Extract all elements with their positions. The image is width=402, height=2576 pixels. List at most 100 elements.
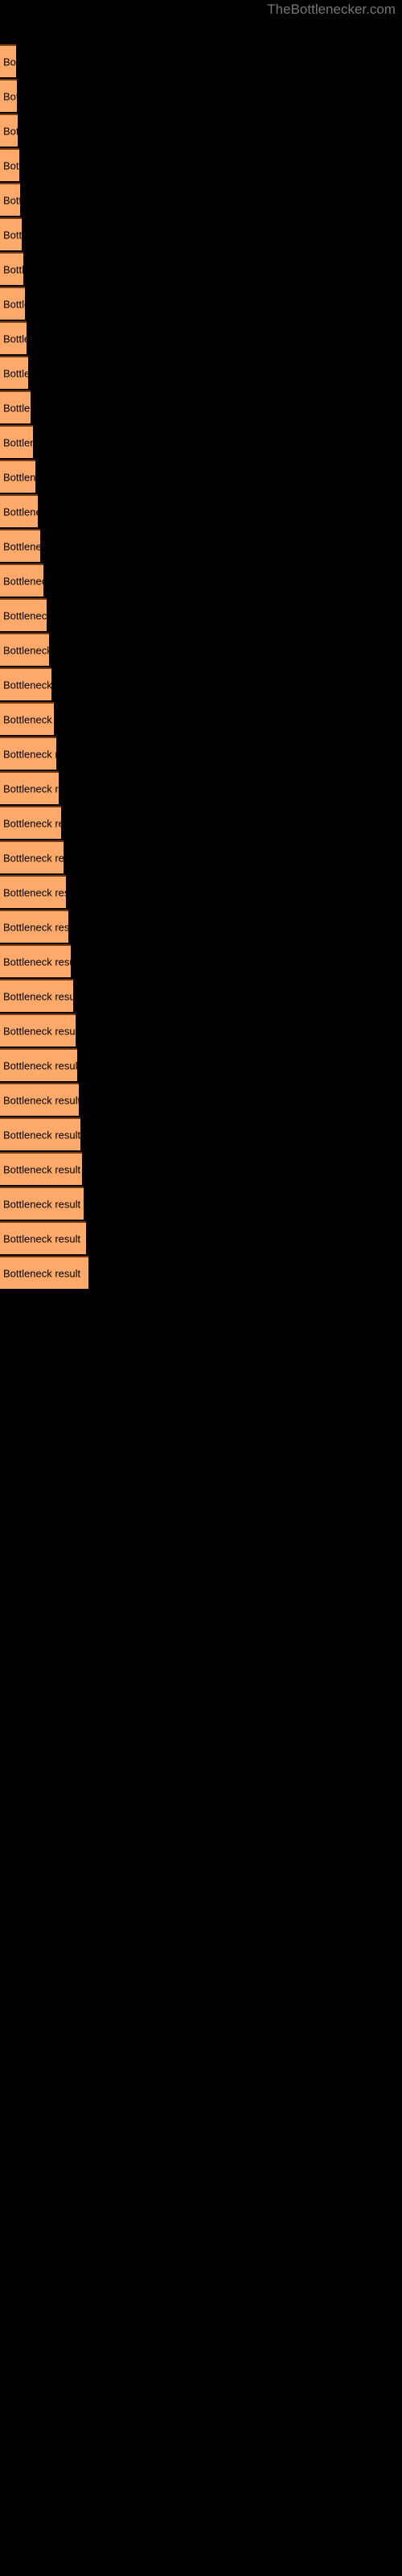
bar-segment[interactable]: Bottleneck result xyxy=(0,1083,79,1116)
bar-row: Bottleneck result xyxy=(0,564,402,597)
bar-row: Bottleneck result xyxy=(0,44,402,77)
bar-row: Bottleneck result xyxy=(0,737,402,770)
bar-row: Bottleneck result xyxy=(0,356,402,389)
bar-segment[interactable]: Bottleneck result xyxy=(0,1187,84,1220)
bar-segment[interactable]: Bottleneck result xyxy=(0,183,20,216)
bar-label: Bottleneck result xyxy=(3,540,40,552)
bar-label: Bottleneck result xyxy=(3,1129,80,1141)
bar-label: Bottleneck result xyxy=(3,194,20,206)
bar-segment[interactable]: Bottleneck result xyxy=(0,806,61,839)
bar-label: Bottleneck result xyxy=(3,886,66,898)
bar-row: Bottleneck result xyxy=(0,1083,402,1116)
bar-label: Bottleneck result xyxy=(3,575,43,587)
bar-label: Bottleneck result xyxy=(3,56,16,68)
bar-segment[interactable]: Bottleneck result xyxy=(0,979,73,1012)
bar-segment[interactable]: Bottleneck result xyxy=(0,910,68,943)
bar-label: Bottleneck result xyxy=(3,506,38,518)
bar-segment[interactable]: Bottleneck result xyxy=(0,217,22,250)
bar-row: Bottleneck result xyxy=(0,1256,402,1289)
bottleneck-bar-chart: Bottleneck result Bottleneck result Bottle… xyxy=(0,0,402,2576)
bar-label: Bottleneck result xyxy=(3,298,25,310)
bar-row: Bottleneck result xyxy=(0,910,402,943)
bar-segment[interactable]: Bottleneck result xyxy=(0,529,40,562)
bar-row: Bottleneck result xyxy=(0,252,402,285)
bar-row: Bottleneck result xyxy=(0,114,402,147)
bar-row: Bottleneck result xyxy=(0,425,402,458)
bar-label: Bottleneck result xyxy=(3,713,54,725)
bar-segment[interactable]: Bottleneck result xyxy=(0,667,51,700)
bar-segment[interactable]: Bottleneck result xyxy=(0,252,23,285)
bar-segment[interactable]: Bottleneck result xyxy=(0,1152,82,1185)
bar-row: Bottleneck result xyxy=(0,1152,402,1185)
bar-row: Bottleneck result xyxy=(0,1013,402,1046)
bar-row: Bottleneck result xyxy=(0,529,402,562)
bar-label: Bottleneck result xyxy=(3,990,73,1002)
bar-label: Bottleneck result xyxy=(3,1267,81,1279)
bar-row: Bottleneck result xyxy=(0,183,402,216)
bar-label: Bottleneck result xyxy=(3,402,31,414)
bar-row: Bottleneck result xyxy=(0,875,402,908)
bar-segment[interactable]: Bottleneck result xyxy=(0,875,66,908)
bar-row: Bottleneck result xyxy=(0,840,402,873)
bar-segment[interactable]: Bottleneck result xyxy=(0,1221,86,1254)
bar-label: Bottleneck result xyxy=(3,159,19,171)
bar-segment[interactable]: Bottleneck result xyxy=(0,356,28,389)
bar-segment[interactable]: Bottleneck result xyxy=(0,148,19,181)
bar-segment[interactable]: Bottleneck result xyxy=(0,1256,88,1289)
bar-segment[interactable]: Bottleneck result xyxy=(0,1048,77,1081)
bar-row: Bottleneck result xyxy=(0,217,402,250)
bar-label: Bottleneck result xyxy=(3,367,28,379)
bar-segment[interactable]: Bottleneck result xyxy=(0,494,38,527)
bar-segment[interactable]: Bottleneck result xyxy=(0,44,16,77)
bar-label: Bottleneck result xyxy=(3,471,35,483)
bar-row: Bottleneck result xyxy=(0,321,402,354)
bar-row: Bottleneck result xyxy=(0,390,402,423)
bar-label: Bottleneck result xyxy=(3,263,23,275)
bar-row: Bottleneck result xyxy=(0,979,402,1012)
bar-row: Bottleneck result xyxy=(0,598,402,631)
bar-label: Bottleneck result xyxy=(3,679,51,691)
bar-row: Bottleneck result xyxy=(0,1048,402,1081)
bar-row: Bottleneck result xyxy=(0,806,402,839)
bar-row: Bottleneck result xyxy=(0,460,402,493)
bar-label: Bottleneck result xyxy=(3,436,33,448)
bar-label: Bottleneck result xyxy=(3,1198,81,1210)
bar-label: Bottleneck result xyxy=(3,1163,81,1175)
bar-segment[interactable]: Bottleneck result xyxy=(0,1117,80,1150)
bar-segment[interactable]: Bottleneck result xyxy=(0,598,47,631)
bar-segment[interactable]: Bottleneck result xyxy=(0,633,49,666)
bar-row: Bottleneck result xyxy=(0,944,402,977)
bar-row: Bottleneck result xyxy=(0,148,402,181)
bar-row: Bottleneck result xyxy=(0,702,402,735)
bar-label: Bottleneck result xyxy=(3,852,64,864)
bar-row: Bottleneck result xyxy=(0,667,402,700)
bar-label: Bottleneck result xyxy=(3,748,56,760)
bar-row: Bottleneck result xyxy=(0,287,402,320)
bar-segment[interactable]: Bottleneck result xyxy=(0,460,35,493)
bar-segment[interactable]: Bottleneck result xyxy=(0,771,59,804)
bar-segment[interactable]: Bottleneck result xyxy=(0,114,18,147)
bar-label: Bottleneck result xyxy=(3,782,59,795)
bar-segment[interactable]: Bottleneck result xyxy=(0,1013,76,1046)
bar-row: Bottleneck result xyxy=(0,633,402,666)
bar-label: Bottleneck result xyxy=(3,332,27,345)
bar-label: Bottleneck result xyxy=(3,90,17,102)
bar-label: Bottleneck result xyxy=(3,125,18,137)
bar-segment[interactable]: Bottleneck result xyxy=(0,79,17,112)
bar-segment[interactable]: Bottleneck result xyxy=(0,702,54,735)
bar-label: Bottleneck result xyxy=(3,921,68,933)
bar-segment[interactable]: Bottleneck result xyxy=(0,425,33,458)
bar-label: Bottleneck result xyxy=(3,1232,81,1245)
bar-segment[interactable]: Bottleneck result xyxy=(0,737,56,770)
bar-label: Bottleneck result xyxy=(3,956,71,968)
bar-segment[interactable]: Bottleneck result xyxy=(0,321,27,354)
bar-segment[interactable]: Bottleneck result xyxy=(0,944,71,977)
bar-segment[interactable]: Bottleneck result xyxy=(0,840,64,873)
bar-segment[interactable]: Bottleneck result xyxy=(0,390,31,423)
bar-segment[interactable]: Bottleneck result xyxy=(0,564,43,597)
bar-row: Bottleneck result xyxy=(0,1187,402,1220)
bar-row: Bottleneck result xyxy=(0,771,402,804)
bar-label: Bottleneck result xyxy=(3,1025,76,1037)
bar-row: Bottleneck result xyxy=(0,1221,402,1254)
bar-segment[interactable]: Bottleneck result xyxy=(0,287,25,320)
